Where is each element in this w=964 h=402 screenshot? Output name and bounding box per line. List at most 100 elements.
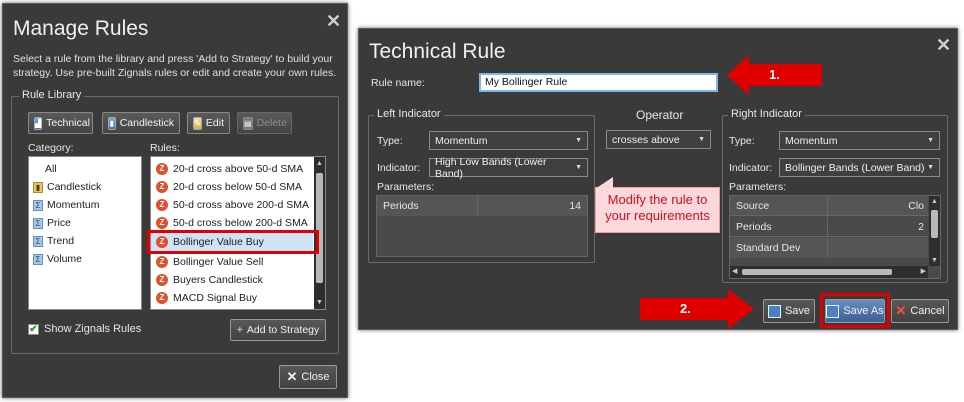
- left-indicator-label: Left Indicator: [374, 108, 444, 120]
- delete-button[interactable]: ▤ Delete: [237, 112, 292, 134]
- table-row[interactable]: Periods 2: [730, 217, 928, 237]
- list-item[interactable]: Σ Price: [29, 214, 141, 232]
- left-type-select[interactable]: Momentum ▼: [429, 131, 588, 150]
- technical-button-label: Technical: [46, 117, 90, 129]
- add-to-strategy-button[interactable]: + Add to Strategy: [230, 319, 326, 341]
- list-item[interactable]: Z 20-d cross above 50-d SMA: [151, 160, 313, 178]
- technical-rule-dialog: Technical Rule ✕ Rule name: My Bollinger…: [358, 28, 958, 330]
- left-parameters-label: Parameters:: [377, 181, 435, 193]
- right-indicator-field-label: Indicator:: [729, 162, 773, 174]
- right-parameters-grid[interactable]: Source Clo Periods 2 Standard Dev ▲ ▼ ◀ …: [729, 195, 941, 279]
- rule-library-label: Rule Library: [19, 89, 85, 101]
- scroll-thumb[interactable]: [931, 210, 938, 238]
- category-list[interactable]: All ▮ Candlestick Σ Momentum Σ Price Σ Trend…: [28, 156, 142, 310]
- description-line-1: Select a rule from the library and press…: [13, 53, 333, 65]
- rule-icon: Z: [156, 292, 168, 304]
- param-divider: [827, 238, 828, 258]
- close-icon[interactable]: ✕: [326, 11, 341, 32]
- param-name: Periods: [383, 200, 419, 212]
- sigma-icon: Σ: [33, 253, 43, 265]
- scroll-thumb[interactable]: [316, 173, 323, 283]
- close-button-label: Close: [301, 371, 330, 383]
- technical-button[interactable]: ▟ Technical: [28, 112, 93, 134]
- scroll-thumb[interactable]: [742, 269, 892, 275]
- close-icon[interactable]: ✕: [936, 35, 951, 56]
- rule-icon: Z: [156, 217, 168, 229]
- operator-label: Operator: [636, 108, 684, 122]
- callout-line-2: your requirements: [605, 208, 710, 223]
- operator-select[interactable]: crosses above ▼: [606, 130, 711, 149]
- right-type-select[interactable]: Momentum ▼: [779, 131, 940, 150]
- highlight-save-as: [820, 293, 890, 328]
- list-item[interactable]: Z Buyers Candlestick: [151, 271, 313, 289]
- list-item[interactable]: Σ Trend: [29, 232, 141, 250]
- param-divider: [827, 196, 828, 216]
- category-label: Category:: [28, 142, 74, 154]
- table-row[interactable]: Source Clo: [730, 196, 928, 216]
- rule-icon: Z: [156, 199, 168, 211]
- horizontal-scrollbar[interactable]: ◀ ▶: [730, 266, 928, 278]
- save-button[interactable]: Save: [763, 299, 815, 323]
- list-item[interactable]: Σ Momentum: [29, 196, 141, 214]
- manage-rules-title: Manage Rules: [13, 17, 149, 40]
- show-zignals-checkbox[interactable]: ✔ Show Zignals Rules: [28, 323, 141, 335]
- save-label: Save: [784, 305, 811, 317]
- right-type-label: Type:: [729, 135, 755, 147]
- rule-icon: Z: [156, 163, 168, 175]
- checkmark-icon: ✔: [28, 323, 39, 335]
- list-item[interactable]: All: [29, 160, 141, 178]
- rule-icon: Z: [156, 256, 168, 268]
- list-item[interactable]: Z 20-d cross below 50-d SMA: [151, 178, 313, 196]
- modify-rule-callout: Modify the rule to your requirements: [595, 187, 720, 233]
- scroll-down-icon[interactable]: ▼: [316, 299, 323, 306]
- plus-icon: +: [236, 324, 243, 336]
- cancel-button[interactable]: ✕ Cancel: [891, 299, 949, 323]
- param-value: 14: [569, 200, 581, 212]
- scroll-right-icon[interactable]: ▶: [921, 267, 926, 275]
- left-indicator-field-label: Indicator:: [377, 162, 421, 174]
- right-indicator-label: Right Indicator: [728, 108, 805, 120]
- left-indicator-select[interactable]: High Low Bands (Lower Band) ▼: [429, 156, 588, 180]
- sigma-icon: Σ: [33, 235, 43, 247]
- list-item[interactable]: Z MACD Signal Buy: [151, 289, 313, 307]
- manage-rules-description: Select a rule from the library and press…: [13, 52, 343, 80]
- manage-rules-dialog: Manage Rules ✕ Select a rule from the li…: [2, 3, 348, 398]
- chevron-down-icon: ▼: [575, 164, 582, 171]
- param-divider: [477, 196, 478, 216]
- cancel-label: Cancel: [910, 305, 945, 317]
- edit-pencil-icon: ✎: [193, 116, 202, 130]
- list-item[interactable]: Σ Volume: [29, 250, 141, 268]
- list-item[interactable]: Z 50-d cross above 200-d SMA: [151, 196, 313, 214]
- edit-button[interactable]: ✎ Edit: [187, 112, 230, 134]
- right-indicator-select[interactable]: Bollinger Bands (Lower Band) ▼: [779, 158, 940, 177]
- step-1-label: 1.: [769, 67, 780, 82]
- step-2-arrow: 2.: [640, 289, 754, 329]
- rule-name-input[interactable]: My Bollinger Rule: [479, 73, 718, 92]
- cancel-x-icon: ✕: [895, 303, 907, 318]
- vertical-scrollbar[interactable]: ▲ ▼: [929, 196, 940, 266]
- left-parameters-grid[interactable]: Periods 14: [376, 195, 588, 257]
- scroll-left-icon[interactable]: ◀: [732, 267, 737, 275]
- edit-button-label: Edit: [205, 117, 224, 129]
- close-button[interactable]: ✕ Close: [279, 365, 337, 389]
- candlestick-category-icon: ▮: [33, 181, 43, 193]
- sigma-icon: Σ: [33, 199, 43, 211]
- right-parameters-label: Parameters:: [729, 181, 787, 193]
- add-to-strategy-label: Add to Strategy: [246, 324, 320, 336]
- callout-line-1: Modify the rule to: [607, 192, 708, 207]
- chevron-down-icon: ▼: [575, 137, 582, 144]
- scroll-down-icon[interactable]: ▼: [931, 257, 938, 264]
- list-item[interactable]: ▮ Candlestick: [29, 178, 141, 196]
- candlestick-button[interactable]: ▮ Candlestick: [102, 112, 180, 134]
- table-row[interactable]: Periods 14: [377, 196, 587, 216]
- scroll-up-icon[interactable]: ▲: [316, 160, 323, 167]
- rule-icon: Z: [156, 274, 168, 286]
- scroll-up-icon[interactable]: ▲: [931, 198, 938, 205]
- highlight-selected-rule: [147, 230, 319, 254]
- technical-rule-title: Technical Rule: [369, 40, 506, 63]
- table-row[interactable]: Standard Dev: [730, 238, 928, 258]
- step-1-arrow: 1.: [727, 55, 822, 95]
- rules-label: Rules:: [150, 142, 180, 154]
- callout-pointer: [595, 177, 613, 189]
- list-item[interactable]: Z Bollinger Value Sell: [151, 253, 313, 271]
